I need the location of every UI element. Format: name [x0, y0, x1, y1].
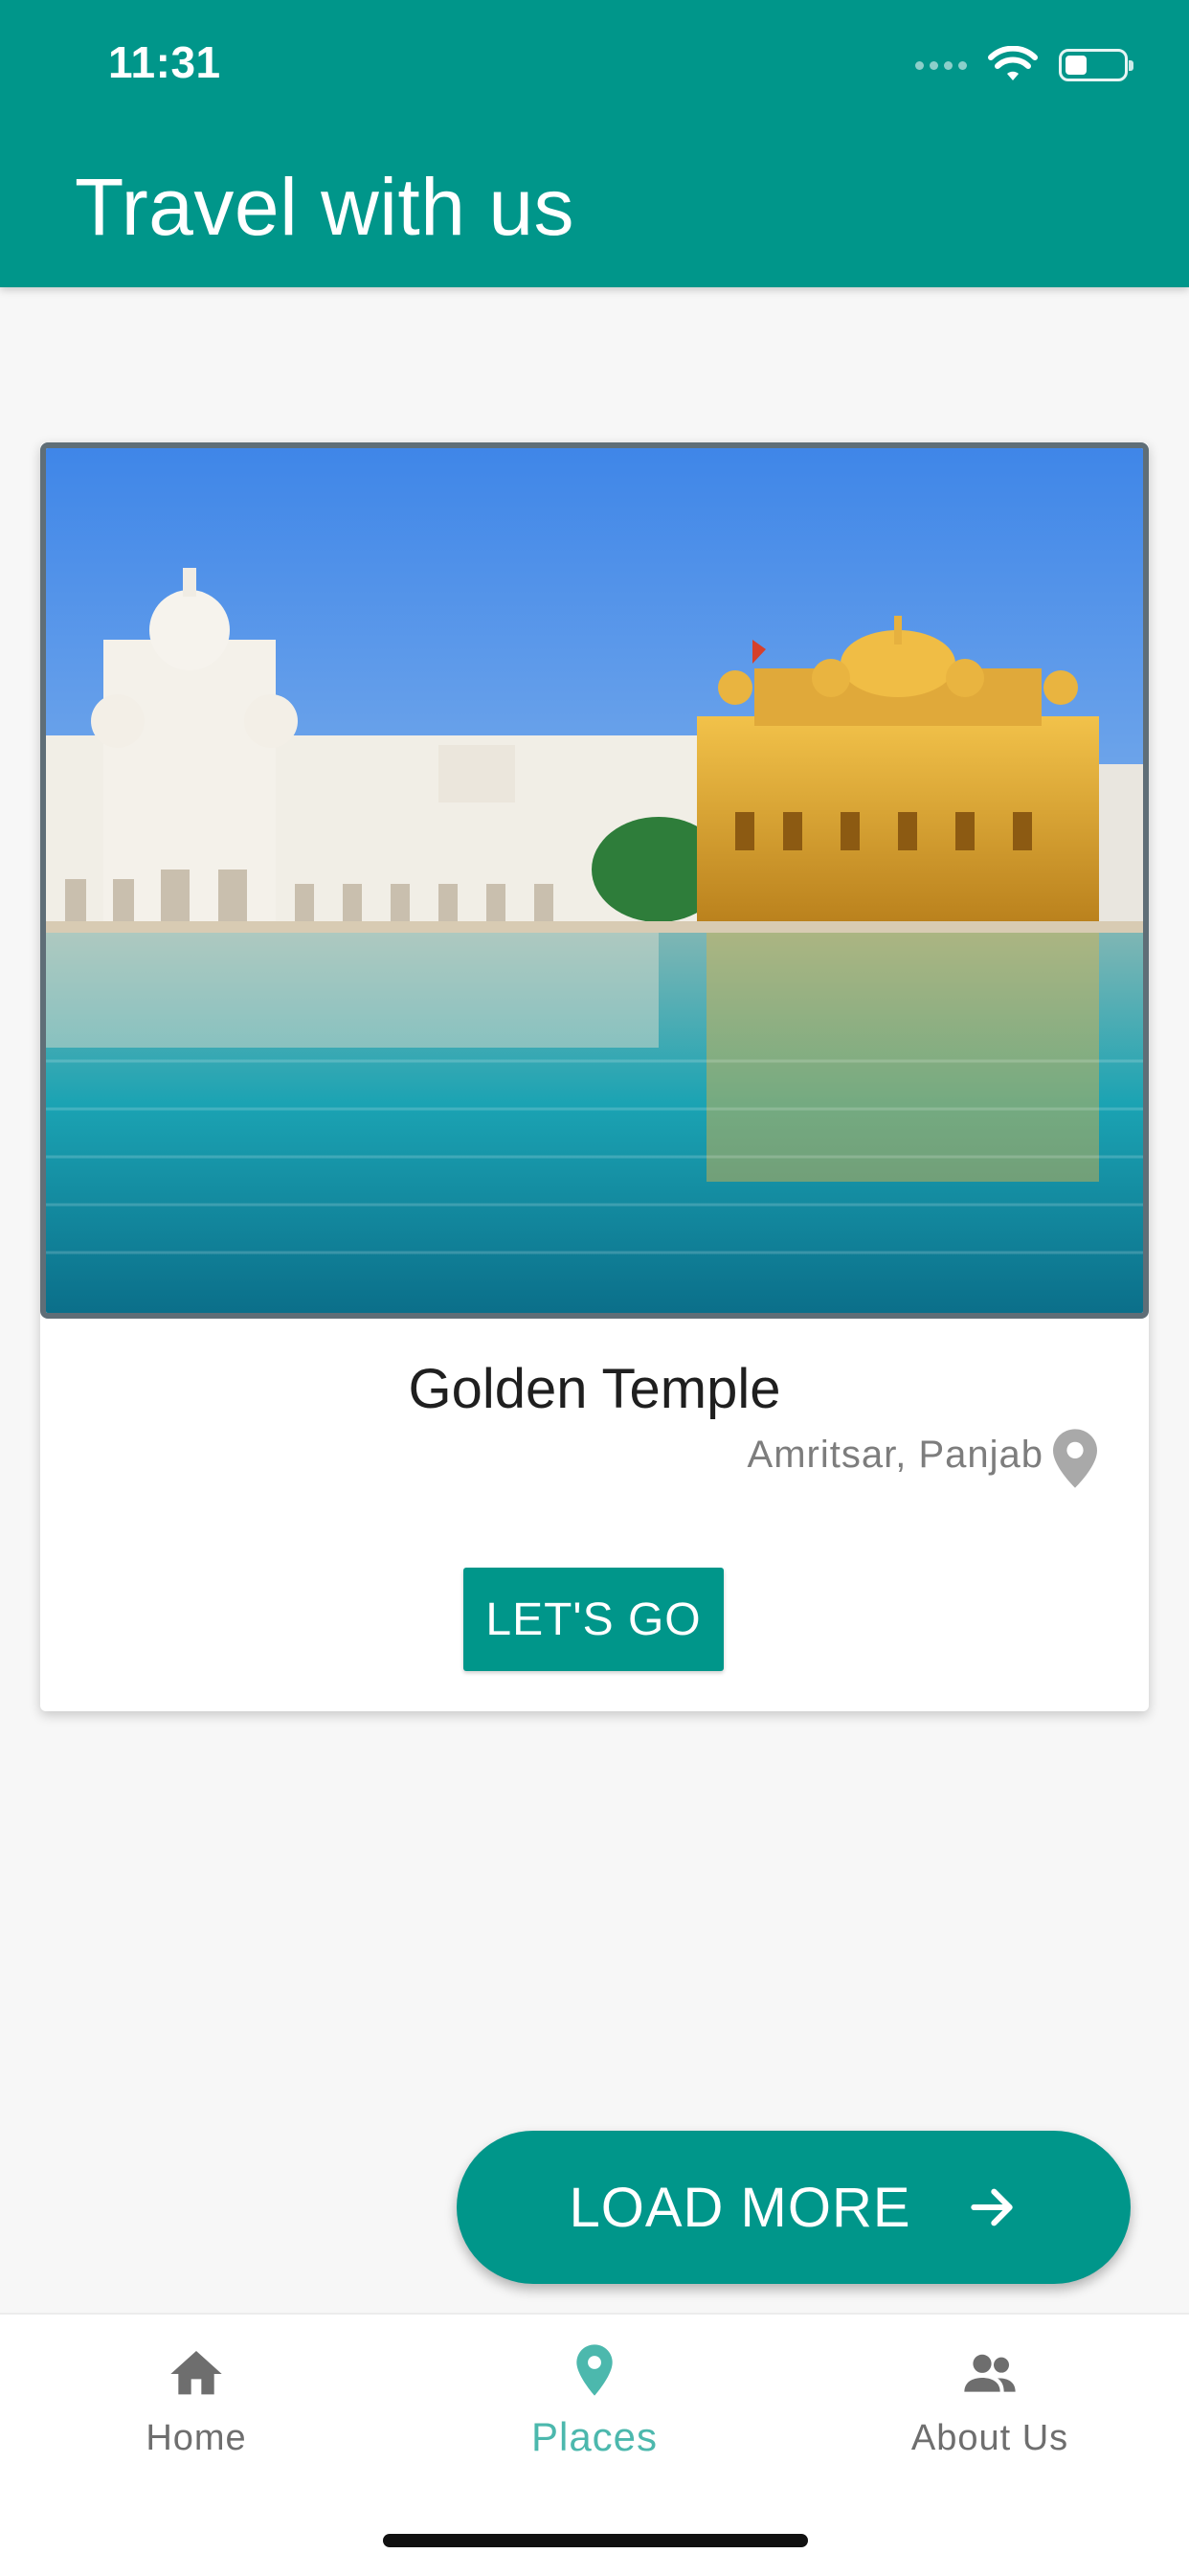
nav-label-places: Places [530, 2414, 659, 2459]
lets-go-button[interactable]: LET'S GO [463, 1568, 724, 1671]
cellular-signal-icon [915, 60, 967, 70]
load-more-button[interactable]: LOAD MORE [457, 2131, 1131, 2284]
nav-item-places[interactable]: Places [451, 2339, 738, 2460]
status-icons [915, 44, 1133, 86]
home-indicator[interactable] [383, 2534, 808, 2547]
place-image [40, 442, 1149, 1319]
location-pin-icon [1053, 1429, 1097, 1488]
battery-icon [1059, 49, 1133, 81]
nav-item-home[interactable]: Home [53, 2343, 340, 2459]
place-card: Golden Temple Amritsar, Panjab LET'S GO [40, 442, 1149, 1711]
page-title: Travel with us [75, 162, 575, 252]
nav-label-home: Home [146, 2418, 247, 2458]
home-icon [170, 2351, 222, 2395]
nav-label-about-us: About Us [910, 2418, 1069, 2458]
wifi-icon [988, 46, 1038, 80]
arrow-right-icon [970, 2188, 1013, 2226]
place-pin-icon [576, 2344, 613, 2396]
place-location: Amritsar, Panjab [747, 1434, 1043, 1476]
place-name: Golden Temple [408, 1358, 781, 1420]
nav-item-about-us[interactable]: About Us [846, 2343, 1133, 2459]
load-more-label: LOAD MORE [569, 2176, 911, 2239]
app-bar: 11:31 Travel with us [0, 0, 1189, 287]
people-icon [964, 2354, 1016, 2392]
status-time: 11:31 [108, 37, 221, 87]
